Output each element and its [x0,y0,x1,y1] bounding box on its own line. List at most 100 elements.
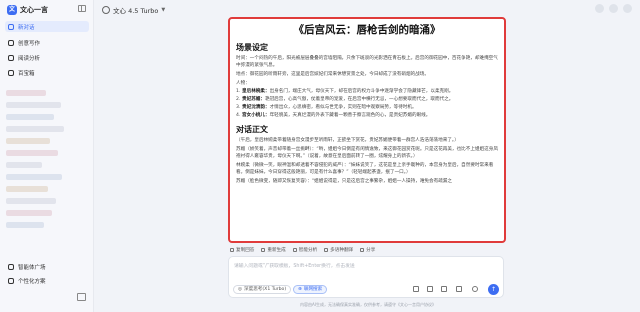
microphone-icon[interactable] [472,286,478,292]
share-icon [360,248,365,252]
regenerate-button[interactable]: 重新生成 [261,247,286,253]
scene-place: 地点：御花园的听雨轩旁，这里是后宫嫔妃们常来休憩赏景之处，今日却成了没有硝烟的战… [236,72,429,77]
sidebar-item-label: 阅读分析 [18,55,41,62]
chat-response: 《后宫风云：唇枪舌剑的暗涌》 场景设定 时间：一个闷热的午后，阳光被层层叠叠的宫… [228,17,506,243]
action-label: 分享 [366,248,376,253]
notification-icon[interactable] [609,4,618,13]
chat-input-placeholder[interactable]: 请输入问题或“/”获取模板，Shift+Enter换行，点击发送 [234,262,355,269]
sidebar-item-new-chat[interactable]: 新对话 [5,21,89,32]
web-search-toggle[interactable]: ⊕ 联网搜索 [293,285,328,294]
at-icon[interactable] [456,286,462,292]
share-button[interactable]: 分享 [360,247,375,253]
analyze-button[interactable]: 智能分析 [292,247,317,253]
model-icon [102,6,110,14]
history-item[interactable] [6,126,64,132]
disclaimer: 内容由AI生成，无法确保真实准确，仅供参考，请遵守《文心一言用户协议》 [300,302,436,307]
character-name: 贵妃苏媚： [242,97,265,102]
character-desc: 才情出众，心思缜密，看似与世无争，实则在暗中观察局势，等待时机。 [269,105,417,110]
history-item[interactable] [6,222,44,228]
list-number: 2. [236,97,241,102]
logo-text: 文心一言 [20,6,48,14]
history-item[interactable] [6,162,42,168]
sidebar-item-reading[interactable]: 阅读分析 [5,52,89,63]
history-item[interactable] [6,90,46,96]
sidebar-item-label: 智能体广场 [18,265,46,271]
copy-icon [230,248,234,252]
character-name: 宫女小桃儿： [242,113,270,118]
list-item: 3. 贵妃沈清韵：才情出众，心思缜密，看似与世无争，实则在暗中观察局势，等待时机。 [236,104,498,111]
sidebar-item-label: 创意写作 [18,40,41,47]
book-icon [8,54,14,61]
pen-icon [8,39,14,46]
dialog-paragraph: （午后，皇后林婉柔带着随身宫女漫步至听雨轩，正欲坐下赏花，贵妃苏媚便带着一群宫人… [236,138,459,143]
brain-icon: ◎ [238,286,243,292]
history-item[interactable] [6,210,52,216]
sidebar-item-label: 新对话 [18,24,35,31]
character-name: 皇后林婉柔： [242,89,270,94]
character-name: 贵妃沈清韵： [242,105,270,110]
list-item: 4. 宫女小桃儿：年轻貌美，天真烂漫的外表下藏着一颗善于察言观色的心，是贵妃苏媚的… [236,112,498,119]
sidebar-item-toolbox[interactable]: 百宝箱 [5,67,89,78]
history-item[interactable] [6,198,56,204]
character-desc: 年轻貌美，天真烂漫的外表下藏着一颗善于察言观色的心，是贵妃苏媚的眼线。 [269,113,431,118]
translate-icon [324,248,329,252]
character-desc: 艳冠后宫，心高气傲，仗着皇帝的宠爱，在后宫中横行无忌，一心想要取而代之，取而代之… [264,97,454,102]
chip-label: 深度思考(X1 Turbo) [244,286,287,292]
panel-toggle-icon[interactable] [77,293,86,301]
sidebar-agent-plaza[interactable]: 智能体广场 [5,262,89,272]
dialog-heading: 对话正文 [236,125,268,134]
avatar[interactable] [623,4,632,13]
box-icon [8,69,14,76]
app-window: 文 文心一言 新对话 创意写作 阅读分析 百宝箱 智能体广场 个性化方案 文心 … [0,0,640,312]
history-item[interactable] [6,114,54,120]
action-label: 多语种翻译 [330,248,354,253]
copy-button[interactable]: 复制回答 [230,247,254,253]
refresh-icon [261,248,266,252]
chip-label: 联网搜索 [303,286,323,292]
action-label: 复制回答 [236,248,255,253]
logo-icon: 文 [7,5,17,15]
dialog-paragraph: 苏媚（脸色微变，随即又恢复笑容）：“姐姐说得是，只是这后宫之事繁杂，姐姐一人操持… [236,179,452,184]
send-button[interactable]: ↑ [488,284,499,295]
history-item[interactable] [6,102,61,108]
action-label: 重新生成 [267,248,286,253]
list-item: 1. 皇后林婉柔：出身名门，端庄大气，母仪天下，却在后宫的权力斗争中逐渐学会了隐藏… [236,88,498,95]
list-item: 2. 贵妃苏媚：艳冠后宫，心高气傲，仗着皇帝的宠爱，在后宫中横行无忌，一心想要取而… [236,96,498,103]
model-selector[interactable]: 文心 4.5 Turbo ▼ [102,5,165,15]
list-number: 4. [236,113,241,118]
response-actions: 复制回答 重新生成 智能分析 多语种翻译 分享 [230,247,375,253]
model-label: 文心 4.5 Turbo [113,7,159,15]
history-item[interactable] [6,174,62,180]
scene-heading: 场景设定 [236,43,268,52]
sidebar: 文 文心一言 新对话 创意写作 阅读分析 百宝箱 智能体广场 个性化方案 [0,0,94,312]
analyze-icon [292,248,297,252]
sidebar-collapse-icon[interactable] [78,5,86,12]
people-label: 人物： [236,81,250,86]
logo[interactable]: 文 文心一言 [7,4,48,16]
sidebar-personalize[interactable]: 个性化方案 [5,276,89,286]
attach-icon[interactable] [427,286,433,292]
user-icon [8,278,14,284]
sidebar-item-label: 百宝箱 [18,70,35,77]
chat-input-box[interactable]: 请输入问题或“/”获取模板，Shift+Enter换行，点击发送 ◎ 深度思考(… [228,256,504,298]
chevron-down-icon: ▼ [161,7,166,13]
top-right-tools [595,4,632,13]
history-item[interactable] [6,150,58,156]
download-icon[interactable] [595,4,604,13]
image-icon[interactable] [413,286,419,292]
list-number: 1. [236,89,241,94]
history-item[interactable] [6,186,48,192]
list-number: 3. [236,105,241,110]
sidebar-item-label: 个性化方案 [18,279,46,285]
sidebar-item-writing[interactable]: 创意写作 [5,37,89,48]
character-desc: 出身名门，端庄大气，母仪天下，却在后宫的权力斗争中逐渐学会了隐藏锋芒，以柔克刚。 [269,89,454,94]
response-title: 《后宫风云：唇枪舌剑的暗涌》 [293,24,441,36]
dialog-paragraph: 苏媚（娇笑着，声音却带着一丝挑衅）：“哟，姐姐今日倒是有闲情逸致，来这御花园赏花… [236,147,498,159]
grid-icon [8,264,14,270]
dialog-paragraph: 林婉柔（微微一笑，眼神温和却透着不容侵犯的威严）：“妹妹说笑了，这花是皇上亲手栽… [236,163,494,175]
translate-button[interactable]: 多语种翻译 [324,247,353,253]
history-item[interactable] [6,138,50,144]
deep-think-toggle[interactable]: ◎ 深度思考(X1 Turbo) [233,285,292,294]
scissors-icon[interactable] [441,286,447,292]
plus-icon [8,23,14,30]
